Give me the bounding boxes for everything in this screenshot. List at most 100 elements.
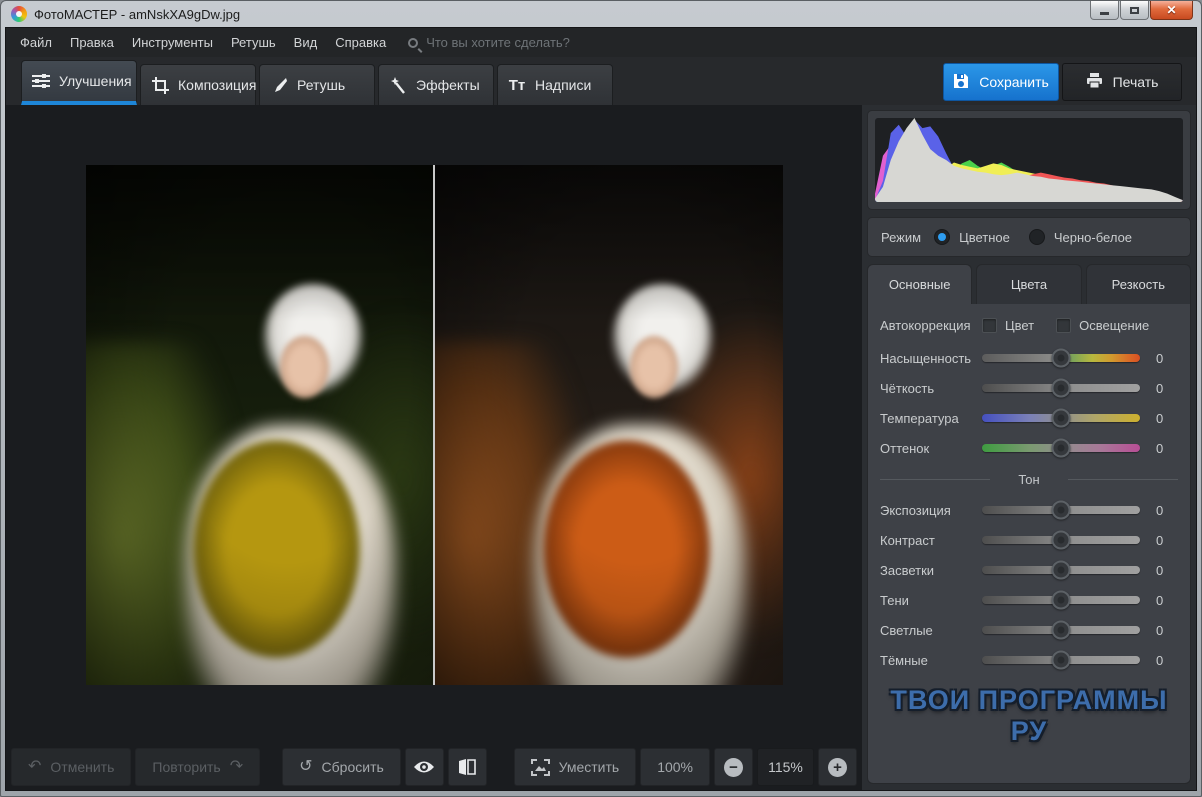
slider-handle[interactable] xyxy=(1052,379,1071,398)
fit-label: Уместить xyxy=(559,759,620,775)
brush-icon xyxy=(270,76,288,94)
slider-label: Тёмные xyxy=(880,653,982,668)
zoom-100-button[interactable]: 100% xyxy=(640,748,710,786)
title-bar[interactable]: ФотоМАСТЕР - amNskXA9gDw.jpg ✕ xyxy=(5,1,1197,27)
tab-captions[interactable]: Tт Надписи xyxy=(497,64,613,105)
before-after-comparison xyxy=(86,165,783,685)
radio-bw[interactable] xyxy=(1029,229,1045,245)
reset-icon: ↺ xyxy=(299,759,312,775)
redo-icon: ↷ xyxy=(230,759,243,775)
fit-button[interactable]: Уместить xyxy=(514,748,637,786)
eye-icon xyxy=(413,760,435,774)
slider-handle[interactable] xyxy=(1052,501,1071,520)
tab-basic[interactable]: Основные xyxy=(867,264,972,304)
settings-body: Автокоррекция Цвет Освещение Насыщенност… xyxy=(867,304,1191,784)
tab-enhancements[interactable]: Улучшения xyxy=(21,60,137,105)
zoom-100-label: 100% xyxy=(657,759,693,775)
tab-retouch[interactable]: Ретушь xyxy=(259,64,375,105)
slider-handle[interactable] xyxy=(1052,621,1071,640)
tab-composition[interactable]: Композиция xyxy=(140,64,256,105)
print-button[interactable]: Печать xyxy=(1062,63,1182,101)
zoom-in-button[interactable]: + xyxy=(818,748,857,786)
slider-label: Температура xyxy=(880,411,982,426)
photo-canvas[interactable] xyxy=(6,105,862,744)
contrast-slider[interactable] xyxy=(982,536,1140,544)
tab-colors[interactable]: Цвета xyxy=(976,264,1081,304)
photo-after[interactable] xyxy=(435,165,783,685)
search-box[interactable]: Что вы хотите сделать? xyxy=(408,35,570,50)
shadows-slider[interactable] xyxy=(982,596,1140,604)
exposure-slider[interactable] xyxy=(982,506,1140,514)
slider-row-whites: Светлые 0 xyxy=(880,615,1178,645)
slider-value: 0 xyxy=(1156,623,1178,638)
crop-icon xyxy=(151,76,169,94)
zoom-out-button[interactable]: − xyxy=(714,748,753,786)
close-button[interactable]: ✕ xyxy=(1150,1,1193,20)
zoom-level-value: 115% xyxy=(768,759,803,775)
maximize-button[interactable] xyxy=(1120,1,1149,20)
minus-icon: − xyxy=(724,758,743,777)
undo-icon: ↶ xyxy=(28,759,41,775)
highlights-slider[interactable] xyxy=(982,566,1140,574)
slider-handle[interactable] xyxy=(1052,439,1071,458)
main-tab-bar: Улучшения Композиция Ретушь Эффекты Tт Н… xyxy=(5,57,1197,105)
temperature-slider[interactable] xyxy=(982,414,1140,422)
tone-title: Тон xyxy=(990,472,1067,487)
slider-row-saturation: Насыщенность 0 xyxy=(880,343,1178,373)
slider-handle[interactable] xyxy=(1052,651,1071,670)
radio-color-label[interactable]: Цветное xyxy=(959,230,1010,245)
tab-sharpness[interactable]: Резкость xyxy=(1086,264,1191,304)
slider-row-exposure: Экспозиция 0 xyxy=(880,495,1178,525)
checkbox-lighting-label[interactable]: Освещение xyxy=(1079,318,1149,333)
slider-value: 0 xyxy=(1156,653,1178,668)
checkbox-color[interactable] xyxy=(982,318,997,333)
slider-value: 0 xyxy=(1156,411,1178,426)
slider-handle[interactable] xyxy=(1052,561,1071,580)
plus-icon: + xyxy=(828,758,847,777)
main-area: ↶ Отменить Повторить ↷ ↺ Сбросить xyxy=(5,105,1197,791)
slider-label: Контраст xyxy=(880,533,982,548)
minimize-button[interactable] xyxy=(1090,1,1119,20)
print-label: Печать xyxy=(1113,74,1159,90)
tab-label: Надписи xyxy=(535,77,591,93)
preview-original-button[interactable] xyxy=(405,748,444,786)
app-window: ФотоМАСТЕР - amNskXA9gDw.jpg ✕ Файл Прав… xyxy=(0,0,1202,797)
histogram-svg xyxy=(875,118,1183,202)
menu-help[interactable]: Справка xyxy=(335,35,386,50)
text-icon: Tт xyxy=(508,76,526,94)
photo-before[interactable] xyxy=(86,165,434,685)
blacks-slider[interactable] xyxy=(982,656,1140,664)
window-controls: ✕ xyxy=(1089,1,1193,20)
clarity-slider[interactable] xyxy=(982,384,1140,392)
tab-effects[interactable]: Эффекты xyxy=(378,64,494,105)
radio-bw-label[interactable]: Черно-белое xyxy=(1054,230,1132,245)
slider-value: 0 xyxy=(1156,381,1178,396)
undo-label: Отменить xyxy=(50,759,114,775)
menu-edit[interactable]: Правка xyxy=(70,35,114,50)
redo-button[interactable]: Повторить ↷ xyxy=(135,748,260,786)
slider-row-shadows: Тени 0 xyxy=(880,585,1178,615)
checkbox-lighting[interactable] xyxy=(1056,318,1071,333)
menu-view[interactable]: Вид xyxy=(294,35,318,50)
radio-color[interactable] xyxy=(934,229,950,245)
undo-button[interactable]: ↶ Отменить xyxy=(11,748,131,786)
reset-button[interactable]: ↺ Сбросить xyxy=(282,748,401,786)
menu-file[interactable]: Файл xyxy=(20,35,52,50)
minimize-icon xyxy=(1100,12,1109,15)
menu-tools[interactable]: Инструменты xyxy=(132,35,213,50)
save-button[interactable]: Сохранить xyxy=(943,63,1059,101)
whites-slider[interactable] xyxy=(982,626,1140,634)
slider-value: 0 xyxy=(1156,593,1178,608)
slider-handle[interactable] xyxy=(1052,409,1071,428)
slider-label: Чёткость xyxy=(880,381,982,396)
slider-handle[interactable] xyxy=(1052,349,1071,368)
fit-icon xyxy=(531,759,550,776)
checkbox-color-label[interactable]: Цвет xyxy=(1005,318,1034,333)
slider-row-contrast: Контраст 0 xyxy=(880,525,1178,555)
menu-retouch[interactable]: Ретушь xyxy=(231,35,276,50)
slider-handle[interactable] xyxy=(1052,531,1071,550)
split-view-button[interactable] xyxy=(448,748,487,786)
tint-slider[interactable] xyxy=(982,444,1140,452)
saturation-slider[interactable] xyxy=(982,354,1140,362)
slider-handle[interactable] xyxy=(1052,591,1071,610)
